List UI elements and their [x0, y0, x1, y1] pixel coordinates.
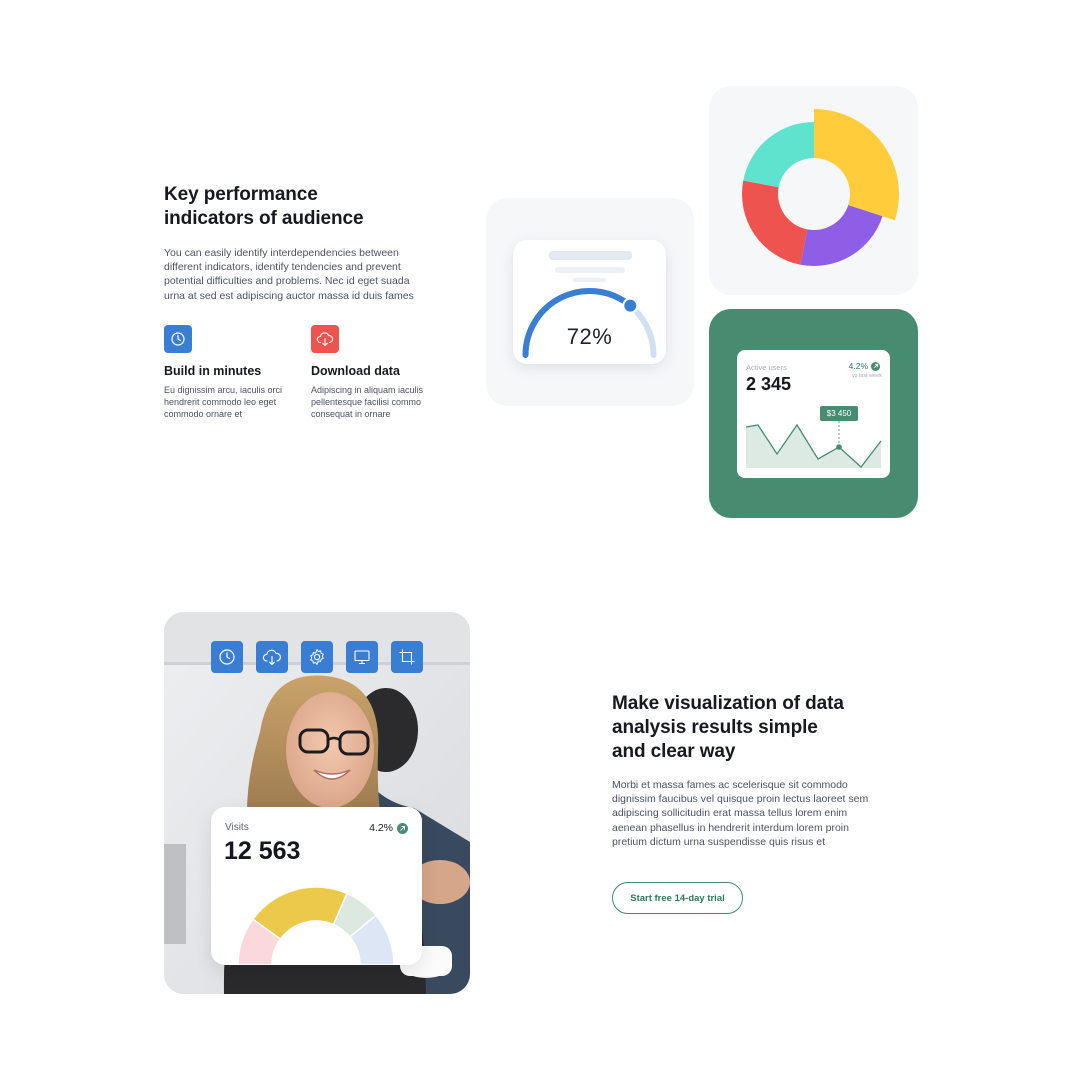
photo-toolbar [211, 641, 423, 673]
feature-build-text: Eu dignissim arcu, iaculis orci hendreri… [164, 384, 294, 420]
gear-icon[interactable] [301, 641, 333, 673]
feature-text-line: Adipiscing in aliquam iaculis [311, 385, 424, 395]
users-card: Active users 2 345 4.2% vs last week $3 … [737, 350, 890, 478]
kpi-heading-line-1: Key performance [164, 184, 318, 205]
clock-icon[interactable] [211, 641, 243, 673]
donut-slice-red [742, 180, 808, 265]
photo-card: Visits 12 563 4.2% [164, 612, 470, 994]
start-trial-button[interactable]: Start free 14-day trial [612, 882, 743, 914]
monitor-icon[interactable] [346, 641, 378, 673]
users-line-chart [745, 421, 882, 468]
viz-paragraph-line: adipiscing sollicitudin erat massa tellu… [612, 807, 848, 820]
viz-heading-line-1: Make visualization of data [612, 693, 844, 714]
viz-paragraph: Morbi et massa fames ac scelerisque sit … [612, 778, 872, 849]
viz-paragraph-line: Morbi et massa fames ac scelerisque sit … [612, 779, 848, 791]
viz-heading: Make visualization of data analysis resu… [612, 692, 844, 764]
kpi-paragraph-line: different indicators, identify tendencie… [164, 261, 401, 274]
crop-icon[interactable] [391, 641, 423, 673]
visits-card: Visits 12 563 4.2% [211, 807, 422, 965]
kpi-paragraph-line: You can easily identify interdependencie… [164, 247, 399, 259]
feature-text-line: hendrerit commodo leo eget [164, 397, 277, 407]
clock-icon [164, 325, 192, 353]
donut-panel [709, 86, 918, 295]
donut-slice-teal [743, 122, 814, 188]
viz-paragraph-line: aenean phasellus in hendrerit interdum l… [612, 821, 849, 834]
donut-slice-purple [800, 205, 883, 266]
feature-build-title: Build in minutes [164, 364, 262, 378]
kpi-paragraph-line: potential difficulties and problems. Nec… [164, 275, 410, 288]
kpi-paragraph: You can easily identify interdependencie… [164, 246, 424, 303]
donut-slice-yellow [814, 109, 899, 221]
kpi-paragraph-line: urna at sed est adipiscing auctor massa … [164, 289, 414, 302]
visits-semi-donut [237, 886, 395, 965]
gauge-value: 72% [566, 324, 613, 349]
cloud-download-icon [311, 325, 339, 353]
kpi-heading-line-2: indicators of audience [164, 208, 364, 229]
feature-text-line: commodo ornare et [164, 409, 243, 419]
feature-build: Build in minutes Eu dignissim arcu, iacu… [164, 325, 294, 420]
viz-heading-line-3: and clear way [612, 741, 736, 762]
viz-paragraph-line: dignissim faucibus vel quisque proin lec… [612, 793, 869, 806]
feature-download: Download data Adipiscing in aliquam iacu… [311, 325, 441, 420]
viz-paragraph-line: pretium dictum urna suspendisse quis ris… [612, 835, 826, 848]
cloud-download-icon[interactable] [256, 641, 288, 673]
feature-download-text: Adipiscing in aliquam iaculis pellentesq… [311, 384, 441, 420]
feature-text-line: Eu dignissim arcu, iaculis orci [164, 385, 283, 395]
viz-heading-line-2: analysis results simple [612, 717, 818, 738]
feature-download-title: Download data [311, 364, 400, 378]
kpi-heading: Key performance indicators of audience [164, 183, 364, 231]
donut-chart [742, 109, 899, 266]
gauge-knob [622, 297, 639, 314]
gauge-card: 72% [513, 240, 666, 364]
feature-text-line: pellentesque facilisi commo [311, 397, 422, 407]
feature-text-line: consequat in ornare [311, 409, 391, 419]
